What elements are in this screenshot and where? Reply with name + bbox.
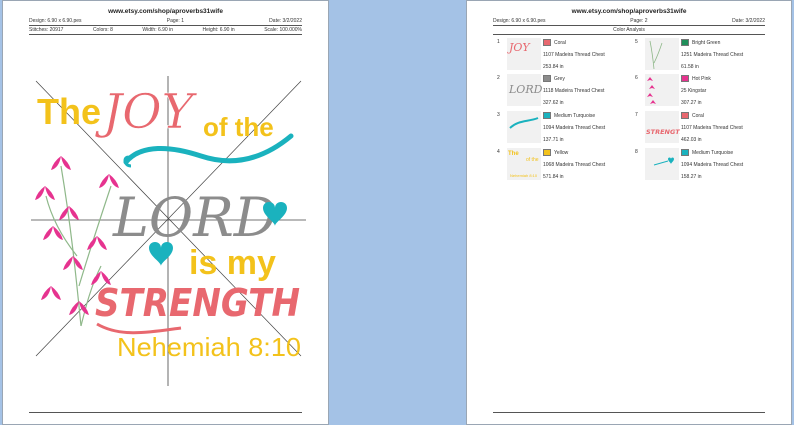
- design-word-the: The: [37, 91, 101, 132]
- stitch-thumbnail: [644, 73, 680, 107]
- design-width: Width: 6.90 in: [142, 27, 173, 33]
- thread-info: 1251 Madeira Thread Chest: [681, 52, 744, 58]
- design-word-strength: STRENGTH: [95, 281, 300, 325]
- entry-number: 8: [635, 149, 638, 155]
- color-name: Grey: [554, 76, 565, 82]
- header-divider-2: [493, 34, 765, 35]
- thread-length: 462.03 in: [681, 137, 702, 143]
- thread-info: 1118 Madeira Thread Chest: [543, 88, 605, 94]
- color-swatch: [681, 149, 689, 156]
- color-name: Medium Turquoise: [692, 150, 734, 156]
- stitch-thumbnail: [644, 37, 680, 71]
- thread-length: 137.71 in: [543, 137, 564, 143]
- shop-url: www.etsy.com/shop/aproverbs31wife: [571, 8, 687, 15]
- meta-row-2: Stitches: 20917 Colors: 8 Width: 6.90 in…: [29, 27, 302, 33]
- color-swatch: [681, 39, 689, 46]
- thread-info: 1107 Madeira Thread Chest: [681, 125, 743, 131]
- design-word-lord: LORD: [112, 186, 277, 249]
- design-height: Height: 6.90 in: [202, 27, 235, 33]
- design-word-joy: JOY: [94, 84, 198, 140]
- entry-number: 1: [497, 39, 500, 45]
- design-filename: Design: 6.90 x 6.90.pes: [29, 18, 82, 24]
- color-count: Colors: 8: [92, 27, 113, 33]
- color-name: Medium Turquoise: [554, 113, 596, 119]
- embroidery-design-svg: The JOY of the LORD is my STRENGTH Nehem…: [31, 76, 306, 386]
- svg-text:JOY: JOY: [507, 41, 531, 54]
- color-swatch: [543, 149, 551, 156]
- thread-length: 253.84 in: [543, 64, 564, 70]
- stitch-thumbnail: [506, 110, 542, 144]
- entry-number: 5: [635, 39, 638, 45]
- stitch-thumbnail: STRENGTH: [644, 110, 680, 144]
- shop-url: www.etsy.com/shop/aproverbs31wife: [108, 8, 223, 15]
- thread-info: 1107 Madeira Thread Chest: [543, 52, 605, 58]
- stitch-count: Stitches: 20917: [29, 27, 64, 33]
- color-swatch: [543, 112, 551, 119]
- meta-row-1: Design: 6.90 x 6.90.pes Page: 2 Date: 3/…: [493, 18, 765, 24]
- header-divider-2: [29, 34, 302, 35]
- stitch-thumbnail: The of the Nehemiah 8:10: [506, 147, 542, 181]
- page-number: Page: 2: [630, 18, 648, 24]
- entry-number: 3: [497, 112, 500, 118]
- entry-number: 6: [635, 75, 638, 81]
- color-name: Yellow: [554, 150, 569, 156]
- thread-info: 1094 Madeira Thread Chest: [681, 162, 744, 168]
- color-swatch: [681, 112, 689, 119]
- svg-text:of the: of the: [526, 157, 539, 163]
- header-divider: [29, 25, 302, 26]
- design-words-is-my: is my: [189, 244, 276, 282]
- color-name: Coral: [554, 40, 566, 46]
- meta-row-1: Design: 6.90 x 6.90.pes Page: 1 Date: 3/…: [29, 18, 302, 24]
- stitch-thumbnail: LORD: [506, 73, 542, 107]
- design-filename: Design: 6.90 x 6.90.pes: [493, 18, 546, 24]
- svg-text:The: The: [508, 151, 519, 157]
- thread-info: 25 Kingstar: [681, 88, 707, 94]
- print-date: Date: 3/2/2022: [269, 18, 302, 24]
- color-name: Hot Pink: [692, 76, 711, 82]
- color-name: Coral: [692, 113, 704, 119]
- entry-number: 7: [635, 112, 638, 118]
- entry-number: 4: [497, 149, 500, 155]
- design-page-1: www.etsy.com/shop/aproverbs31wife Design…: [2, 0, 329, 425]
- embroidery-design-preview: The JOY of the LORD is my STRENGTH Nehem…: [31, 76, 306, 386]
- thread-length: 158.27 in: [681, 174, 702, 180]
- thread-length: 307.27 in: [681, 100, 702, 106]
- page-number: Page: 1: [166, 18, 184, 24]
- stitch-thumbnail: [644, 147, 680, 181]
- header-divider: [493, 25, 765, 26]
- thread-length: 61.58 in: [681, 64, 699, 70]
- section-title: Color Analysis: [613, 27, 645, 33]
- color-entry: 8 Medium Turquoise 1094 Madeira Thread C…: [635, 147, 775, 217]
- color-entry: 4 The of the Nehemiah 8:10 Yellow 1068 M…: [497, 147, 637, 217]
- thread-length: 571.84 in: [543, 174, 564, 180]
- design-word-of-the: of the: [203, 112, 274, 142]
- thread-length: 327.62 in: [543, 100, 564, 106]
- stitch-thumbnail: JOY: [506, 37, 542, 71]
- color-swatch: [543, 39, 551, 46]
- meta-row-2: Color Analysis: [493, 27, 765, 33]
- design-reference: Nehemiah 8:10: [117, 332, 301, 362]
- svg-text:STRENGTH: STRENGTH: [646, 128, 680, 136]
- footer-divider: [29, 412, 302, 413]
- color-name: Bright Green: [692, 40, 721, 46]
- svg-text:LORD: LORD: [508, 83, 542, 96]
- design-scale: Scale: 100.000%: [264, 27, 302, 33]
- footer-divider: [493, 412, 765, 413]
- color-swatch: [681, 75, 689, 82]
- thread-info: 1068 Madeira Thread Chest: [543, 162, 606, 168]
- thread-info: 1094 Madeira Thread Chest: [543, 125, 606, 131]
- print-date: Date: 3/2/2022: [732, 18, 765, 24]
- color-analysis-page-2: www.etsy.com/shop/aproverbs31wife Design…: [466, 0, 792, 425]
- entry-number: 2: [497, 75, 500, 81]
- svg-text:Nehemiah 8:10: Nehemiah 8:10: [510, 173, 538, 178]
- color-swatch: [543, 75, 551, 82]
